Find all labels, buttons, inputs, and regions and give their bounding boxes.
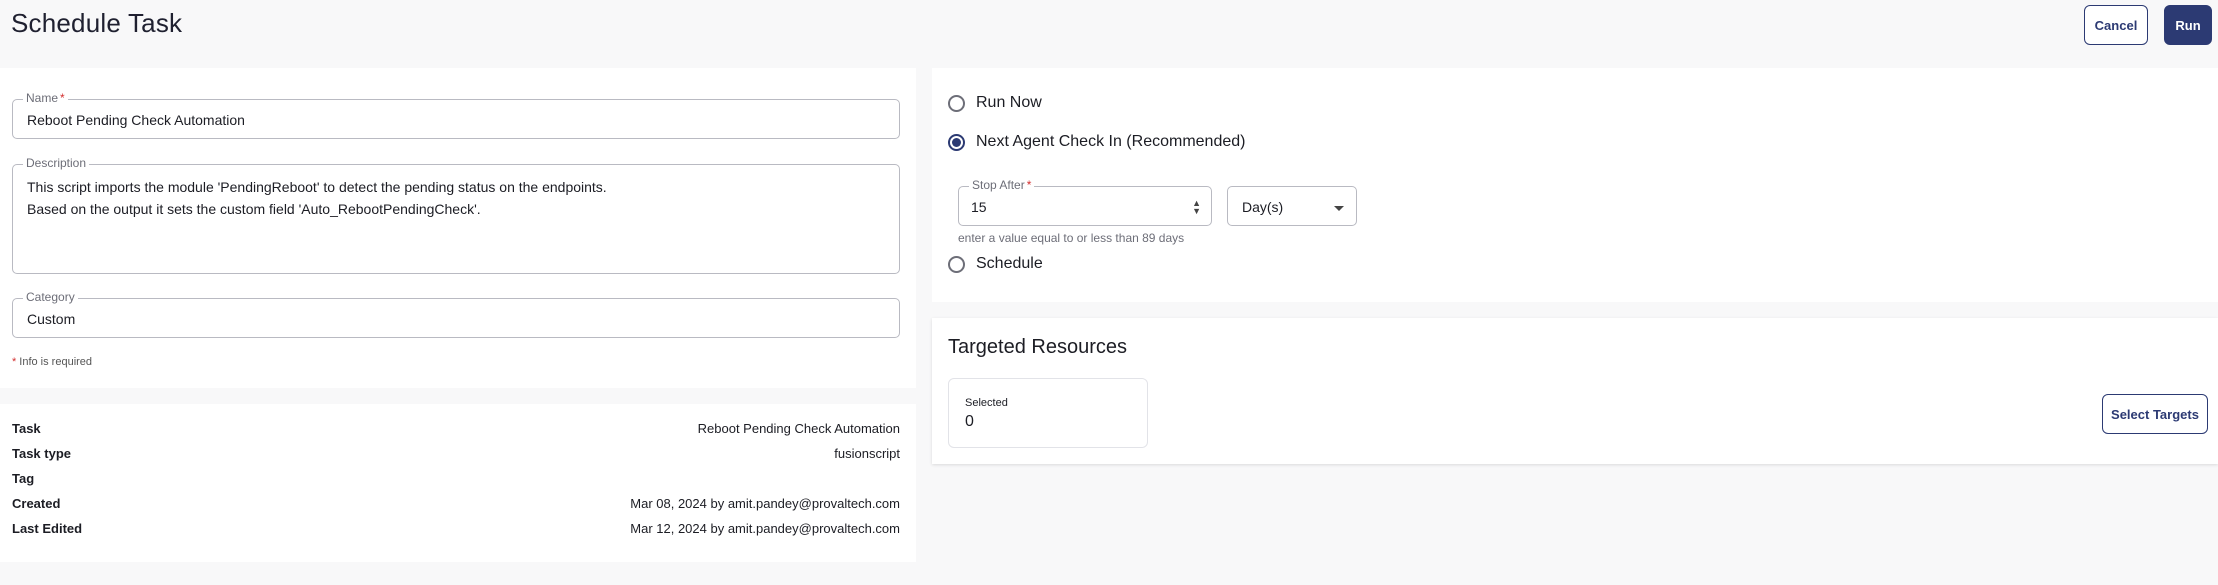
spinner-arrows-icon[interactable]: ▲ ▼ (1192, 199, 1201, 216)
targeted-resources-card: Targeted Resources Selected 0 Select Tar… (932, 318, 2218, 464)
radio-unchecked-icon[interactable] (948, 255, 965, 273)
detail-row-created: Created Mar 08, 2024 by amit.pandey@prov… (12, 496, 900, 514)
detail-value: fusionscript (834, 446, 900, 461)
detail-value: Mar 12, 2024 by amit.pandey@provaltech.c… (630, 521, 900, 536)
detail-key: Task (12, 421, 41, 436)
description-line: This script imports the module 'PendingR… (27, 179, 607, 195)
detail-key: Task type (12, 446, 72, 461)
next-check-in-label: Next Agent Check In (Recommended) (976, 133, 1246, 150)
detail-row-tag: Tag (12, 471, 900, 489)
page-title: Schedule Task (11, 8, 183, 38)
dropdown-caret-icon (1334, 206, 1344, 211)
description-text: This script imports the module 'PendingR… (27, 176, 607, 220)
radio-unchecked-icon[interactable] (948, 94, 965, 112)
task-details-card: Task Reboot Pending Check Automation Tas… (0, 404, 916, 562)
description-field-label: Description (23, 156, 90, 170)
detail-value: Reboot Pending Check Automation (697, 421, 900, 436)
run-button[interactable]: Run (2164, 5, 2212, 45)
select-targets-button[interactable]: Select Targets (2102, 394, 2208, 434)
run-now-label: Run Now (976, 94, 1042, 111)
stop-after-unit-select[interactable]: Day(s) (1227, 186, 1357, 226)
schedule-option[interactable]: Schedule (948, 255, 1043, 273)
detail-row-last-edited: Last Edited Mar 12, 2024 by amit.pandey@… (12, 521, 900, 539)
detail-row-task: Task Reboot Pending Check Automation (12, 421, 900, 439)
category-field-value: Custom (27, 311, 76, 327)
description-field[interactable]: Description This script imports the modu… (12, 156, 900, 274)
radio-checked-icon[interactable] (948, 133, 965, 151)
cancel-button[interactable]: Cancel (2084, 5, 2148, 45)
targeted-resources-title: Targeted Resources (948, 336, 1127, 358)
task-form-card: Name * Reboot Pending Check Automation De… (0, 68, 916, 388)
detail-key: Last Edited (12, 521, 83, 536)
next-check-in-option[interactable]: Next Agent Check In (Recommended) (948, 133, 1245, 151)
name-field-value: Reboot Pending Check Automation (27, 112, 245, 128)
selected-count: 0 (965, 413, 974, 430)
selected-label: Selected (965, 397, 1008, 409)
detail-row-task-type: Task type fusionscript (12, 446, 900, 464)
run-now-option[interactable]: Run Now (948, 94, 1042, 112)
detail-key: Tag (12, 471, 35, 486)
detail-value: Mar 08, 2024 by amit.pandey@provaltech.c… (630, 496, 900, 511)
stop-after-input[interactable]: Stop After * 15 ▲ ▼ (958, 178, 1212, 226)
name-field[interactable]: Name * Reboot Pending Check Automation (12, 91, 900, 139)
stop-after-label: Stop After * (969, 178, 1035, 192)
unit-select-value: Day(s) (1242, 199, 1284, 215)
name-field-label: Name * (23, 91, 68, 105)
info-required-note: * Info is required (12, 356, 93, 368)
category-field[interactable]: Category Custom (12, 290, 900, 338)
description-line: Based on the output it sets the custom f… (27, 201, 481, 217)
schedule-label: Schedule (976, 255, 1043, 272)
run-options-card: Run Now Next Agent Check In (Recommended… (932, 68, 2218, 302)
stop-after-value: 15 (971, 199, 987, 215)
stop-after-helper-text: enter a value equal to or less than 89 d… (958, 231, 1185, 245)
detail-key: Created (12, 496, 61, 511)
category-field-label: Category (23, 290, 78, 304)
selected-count-box: Selected 0 (948, 378, 1148, 448)
